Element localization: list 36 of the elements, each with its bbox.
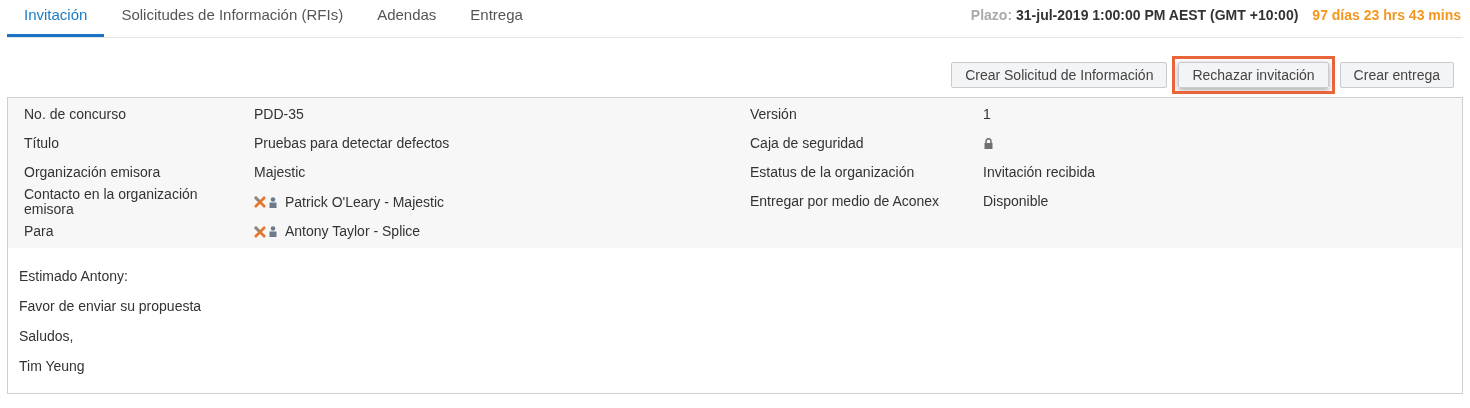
tab[interactable]: Solicitudes de Información (RFIs)	[104, 3, 361, 37]
field-label: Para	[24, 224, 55, 239]
person-icon	[269, 196, 277, 208]
tab[interactable]: Entrega	[453, 3, 540, 37]
field-value: Invitación recibida	[983, 163, 1096, 182]
field-value: Pruebas para detectar defectos	[254, 134, 450, 153]
field-label: Versión	[750, 107, 798, 122]
field-label: No. de concurso	[24, 107, 127, 122]
message-line: Saludos,	[19, 328, 75, 344]
field-label: Contacto en la organización emisora	[24, 187, 199, 217]
deadline-date: 31-jul-2019 1:00:00 PM AEST (GMT +10:00)	[1016, 6, 1299, 25]
field-label: Organización emisora	[24, 165, 162, 180]
field-value: Disponible	[983, 192, 1049, 211]
action-button[interactable]: Rechazar invitación	[1178, 62, 1329, 88]
x-logo-icon	[254, 196, 266, 208]
field-value: 1	[983, 105, 991, 124]
field-value: PDD-35	[254, 105, 304, 124]
field-label: Título	[24, 136, 60, 151]
field-value: Majestic	[254, 163, 306, 182]
field-label: Entregar por medio de Aconex	[750, 194, 941, 209]
message-line: Tim Yeung	[19, 358, 86, 374]
message-line: Estimado Antony:	[19, 268, 129, 284]
lock-icon	[984, 138, 993, 149]
field-value: Patrick O'Leary - Majestic	[285, 192, 445, 212]
field-label: Caja de seguridad	[750, 136, 865, 151]
person-icon	[269, 226, 277, 237]
message-line: Favor de enviar su propuesta	[19, 298, 203, 314]
tab[interactable]: Invitación	[7, 3, 105, 37]
action-button[interactable]: Crear Solicitud de Información	[951, 62, 1168, 88]
x-logo-icon	[254, 225, 266, 238]
field-label: Estatus de la organización	[750, 165, 916, 180]
time-remaining: 97 días 23 hrs 43 mins	[1312, 6, 1461, 25]
tab[interactable]: Adendas	[360, 3, 454, 37]
field-value: Antony Taylor - Splice	[285, 222, 421, 241]
action-button[interactable]: Crear entrega	[1339, 62, 1454, 88]
deadline-label: Plazo:	[970, 6, 1013, 25]
